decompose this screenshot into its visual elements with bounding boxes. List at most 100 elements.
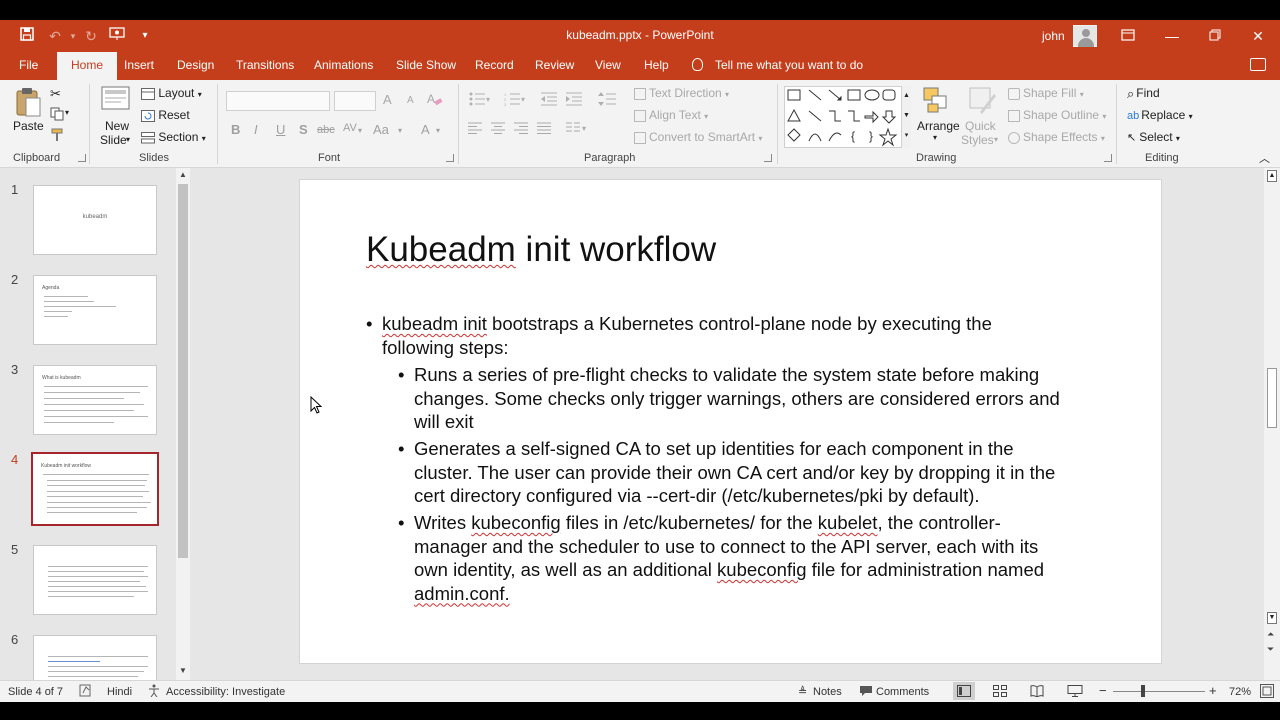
paragraph-launcher-icon[interactable] — [764, 154, 772, 162]
bullet-3[interactable]: • Generates a self-signed CA to set up i… — [398, 437, 1154, 508]
spacing-dropdown-icon[interactable]: ▾ — [358, 126, 362, 135]
copy-dropdown-icon[interactable]: ▾ — [65, 108, 69, 117]
tab-file[interactable]: File — [19, 58, 38, 72]
layout-button[interactable]: Layout ▾ — [141, 86, 202, 100]
tab-transitions[interactable]: Transitions — [236, 58, 294, 72]
shrink-font-button[interactable]: A — [407, 95, 414, 106]
next-slide-icon[interactable]: ⏷ — [1267, 644, 1274, 655]
tab-slide-show[interactable]: Slide Show — [396, 58, 456, 72]
normal-view-button[interactable] — [953, 682, 975, 700]
drawing-launcher-icon[interactable] — [1104, 154, 1112, 162]
arrange-button[interactable]: Arrange — [917, 119, 960, 133]
accessibility-icon[interactable] — [148, 684, 162, 700]
tab-record[interactable]: Record — [475, 58, 514, 72]
accessibility-status[interactable]: Accessibility: Investigate — [166, 686, 285, 698]
grow-font-button[interactable]: A — [383, 92, 392, 107]
new-slide-dropdown-icon[interactable]: ▾ — [126, 135, 130, 144]
text-direction-button[interactable]: Text Direction ▾ — [634, 86, 729, 100]
slide-thumbnail-1[interactable]: kubeadm — [33, 185, 157, 255]
slide-show-icon[interactable] — [1067, 685, 1083, 700]
slide-sorter-icon[interactable] — [993, 685, 1007, 700]
zoom-in-icon[interactable]: + — [1209, 683, 1217, 698]
line-spacing-icon[interactable] — [598, 92, 620, 109]
arrange-dropdown-icon[interactable]: ▾ — [933, 133, 937, 142]
slide-title[interactable]: Kubeadm init workflow — [366, 230, 716, 270]
collapse-ribbon-icon[interactable]: ︿ — [1259, 150, 1270, 166]
quick-styles-label-2[interactable]: Styles — [961, 133, 994, 147]
language-indicator[interactable]: Hindi — [107, 686, 132, 698]
quick-styles-label-1[interactable]: Quick — [965, 119, 996, 133]
italic-button[interactable]: I — [254, 122, 258, 137]
decrease-indent-icon[interactable] — [541, 92, 557, 109]
font-launcher-icon[interactable] — [446, 154, 454, 162]
reading-view-icon[interactable] — [1030, 685, 1044, 700]
clipboard-launcher-icon[interactable] — [78, 154, 86, 162]
scroll-up-icon[interactable]: ▲ — [179, 170, 187, 179]
strikethrough-button[interactable]: abc — [317, 124, 335, 136]
shapes-gallery[interactable]: { } — [784, 86, 911, 148]
change-case-icon[interactable]: Aa — [373, 122, 389, 137]
slide[interactable]: Kubeadm init workflow • kubeadm init boo… — [299, 179, 1162, 664]
shape-effects-button[interactable]: Shape Effects ▾ — [1008, 130, 1105, 144]
section-button[interactable]: Section ▾ — [141, 130, 206, 144]
zoom-slider[interactable] — [1113, 691, 1205, 692]
previous-slide-icon[interactable]: ⏶ — [1267, 629, 1274, 640]
slide-scroll-down-icon[interactable]: ▼ — [1267, 612, 1277, 624]
slide-thumbnail-4[interactable]: Kubeadm init workflow — [31, 452, 159, 526]
slide-thumbnail-3[interactable]: What is kubeadm — [33, 365, 157, 435]
slide-thumbnail-6[interactable] — [33, 635, 157, 680]
user-name[interactable]: john — [1042, 29, 1065, 43]
tab-review[interactable]: Review — [535, 58, 574, 72]
align-right-icon[interactable] — [514, 122, 528, 137]
format-painter-icon[interactable] — [50, 128, 64, 145]
paste-icon[interactable] — [14, 86, 42, 121]
quick-styles-dropdown-icon[interactable]: ▾ — [994, 135, 998, 144]
close-icon[interactable]: ✕ — [1248, 26, 1268, 46]
character-spacing-button[interactable]: AV — [343, 122, 357, 134]
slide-thumbnail-5[interactable] — [33, 545, 157, 615]
ribbon-display-options-icon[interactable] — [1118, 26, 1138, 46]
shape-outline-button[interactable]: Shape Outline ▾ — [1008, 108, 1106, 122]
shadow-button[interactable]: S — [299, 122, 308, 137]
spelling-check-icon[interactable] — [79, 684, 93, 700]
minimize-icon[interactable]: — — [1162, 26, 1182, 46]
comments-status-icon[interactable] — [859, 685, 873, 700]
tell-me-search[interactable]: Tell me what you want to do — [692, 58, 863, 72]
tab-view[interactable]: View — [595, 58, 621, 72]
notes-button[interactable]: Notes — [813, 686, 842, 698]
slide-scrollbar[interactable]: ▲ ▼ ⏶ ⏷ — [1264, 168, 1280, 680]
align-left-icon[interactable] — [468, 122, 482, 137]
convert-smartart-button[interactable]: Convert to SmartArt ▾ — [634, 130, 762, 144]
font-name-combo[interactable] — [226, 91, 330, 111]
columns-icon[interactable]: ▾ — [566, 122, 588, 137]
shape-fill-button[interactable]: Shape Fill ▾ — [1008, 86, 1084, 100]
tab-animations[interactable]: Animations — [314, 58, 373, 72]
slide-thumbnail-2[interactable]: Agenda — [33, 275, 157, 345]
new-slide-label-2[interactable]: Slide — [100, 133, 127, 147]
increase-indent-icon[interactable] — [566, 92, 582, 109]
thumbnail-scrollbar[interactable]: ▲ ▼ — [176, 168, 190, 680]
shapes-gallery-scroll[interactable]: ▲ ▼ ▾ — [901, 86, 911, 148]
bullet-4[interactable]: • Writes kubeconfig files in /etc/kubern… — [398, 511, 1154, 605]
numbering-icon[interactable]: 1 2 3 ▾ — [504, 92, 526, 109]
find-button[interactable]: ⌕ Find — [1127, 86, 1160, 102]
tab-insert[interactable]: Insert — [124, 58, 154, 72]
new-slide-icon[interactable] — [101, 86, 131, 115]
copy-icon[interactable] — [50, 107, 64, 124]
align-text-button[interactable]: Align Text ▾ — [634, 108, 708, 122]
case-dropdown-icon[interactable]: ▾ — [398, 126, 402, 135]
bullets-icon[interactable]: ▾ — [469, 92, 491, 109]
thumbnail-scroll-thumb[interactable] — [178, 184, 188, 558]
zoom-out-icon[interactable]: − — [1099, 683, 1107, 698]
arrange-icon[interactable] — [922, 86, 950, 117]
slide-scroll-thumb[interactable] — [1267, 368, 1277, 428]
fit-slide-icon[interactable] — [1260, 684, 1274, 701]
align-center-icon[interactable] — [491, 122, 505, 137]
bullet-1[interactable]: • kubeadm init bootstraps a Kubernetes c… — [366, 312, 1142, 359]
bullet-2[interactable]: • Runs a series of pre-flight checks to … — [398, 363, 1154, 434]
tab-design[interactable]: Design — [177, 58, 214, 72]
zoom-slider-thumb[interactable] — [1141, 685, 1145, 697]
notes-icon[interactable]: ≜ — [798, 685, 807, 698]
comments-icon[interactable] — [1250, 58, 1266, 71]
quick-styles-icon[interactable] — [968, 86, 996, 117]
